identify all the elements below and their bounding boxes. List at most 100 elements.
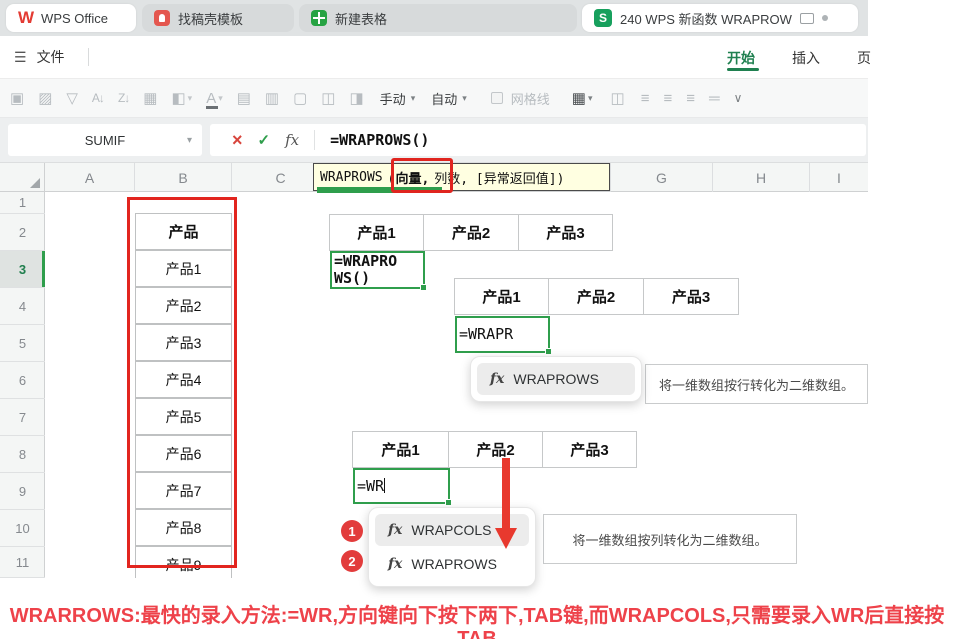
filter-icon[interactable]: ▽: [66, 91, 78, 106]
sort-asc-icon[interactable]: A↓: [92, 92, 104, 104]
merge-cells-icon[interactable]: ◫: [611, 91, 625, 106]
row-header-1[interactable]: 1: [0, 192, 45, 214]
row-header-7[interactable]: 7: [0, 399, 45, 436]
format-painter-icon[interactable]: ▨: [38, 91, 52, 106]
row-header-5[interactable]: 5: [0, 325, 45, 362]
shrink-text-icon[interactable]: ▢: [293, 91, 307, 106]
gridlines-checkbox[interactable]: [491, 92, 503, 104]
align-left-icon[interactable]: ≡: [641, 91, 650, 106]
example1-editing-cell[interactable]: =WRAPRO WS(): [330, 251, 425, 289]
red-box-annotation: [391, 158, 453, 193]
fx-icon: fx: [388, 556, 402, 572]
formula-input-area: × ✓ fx =WRAPROWS(): [210, 124, 866, 156]
name-box-caret-icon[interactable]: ▾: [187, 135, 192, 146]
distribute-icon[interactable]: ▥: [265, 91, 279, 106]
auto-calc-dropdown[interactable]: 自动 ▾: [431, 89, 467, 108]
formula-text-line2: WS(): [334, 270, 421, 287]
example3-header-cell: 产品1: [352, 431, 449, 468]
row-header-2[interactable]: 2: [0, 214, 45, 251]
paste-values-icon[interactable]: ▣: [10, 91, 24, 106]
example1-header-cell: 产品3: [518, 214, 613, 251]
step-badge-2: 2: [341, 550, 363, 572]
unsaved-dot-icon: [822, 15, 828, 21]
fill-color-icon[interactable]: ◧: [171, 91, 185, 106]
font-color-caret-icon[interactable]: ▾: [218, 93, 223, 104]
fill-handle[interactable]: [545, 348, 552, 355]
example2-editing-cell[interactable]: =WRAPR: [455, 316, 550, 353]
row-height-icon[interactable]: ▤: [237, 91, 251, 106]
col-header-a[interactable]: A: [45, 163, 135, 192]
hint-args-rest: 列数, [异常返回值]): [434, 168, 564, 187]
example2-header-cell: 产品1: [454, 278, 549, 315]
hint-function-name: WRAPROWS: [320, 170, 383, 185]
fill-color-caret-icon[interactable]: ▾: [188, 93, 193, 104]
tab-wps-office[interactable]: W WPS Office: [6, 4, 136, 32]
formula-text-line1: =WRAPRO: [334, 253, 421, 270]
row-header-3-selected[interactable]: 3: [0, 251, 45, 288]
gridlines-toggle[interactable]: 网格线: [491, 89, 550, 108]
example2-header-cell: 产品2: [548, 278, 644, 315]
merge-split-icon[interactable]: ◨: [349, 91, 363, 106]
tab-label: 240 WPS 新函数 WRAPROW: [620, 9, 792, 28]
align-right-icon[interactable]: ≡: [686, 91, 695, 106]
manual-caret-icon: ▾: [411, 93, 416, 104]
borders-caret-icon[interactable]: ▾: [588, 93, 593, 104]
text-cursor: [384, 478, 385, 493]
wps-spreadsheet-screenshot: W WPS Office 找稿壳模板 新建表格 S 240 WPS 新函数 WR…: [0, 0, 954, 639]
menu-home[interactable]: 开始: [727, 48, 755, 68]
fill-handle[interactable]: [420, 284, 427, 291]
menu-bar: ☰ 文件 开始 插入 页: [0, 36, 868, 78]
insert-function-button[interactable]: fx: [285, 131, 299, 149]
red-range-annotation: [127, 197, 237, 568]
manual-calc-dropdown[interactable]: 手动 ▾: [380, 89, 416, 108]
menu-page[interactable]: 页: [857, 48, 871, 68]
spreadsheet-icon: [311, 10, 327, 26]
suggestion-wraprows[interactable]: fx WRAPROWS: [477, 363, 635, 395]
menu-file[interactable]: 文件: [37, 47, 65, 67]
align-center-icon[interactable]: ≡: [663, 91, 672, 106]
tab-label: WPS Office: [41, 11, 108, 26]
red-arrow-annotation: [495, 458, 517, 550]
monitor-icon: [800, 13, 814, 24]
col-header-i[interactable]: I: [810, 163, 868, 192]
fx-icon: fx: [388, 522, 402, 538]
col-header-h[interactable]: H: [713, 163, 810, 192]
row-header-6[interactable]: 6: [0, 362, 45, 399]
row-header-4[interactable]: 4: [0, 288, 45, 325]
auto-caret-icon: ▾: [462, 93, 467, 104]
select-all-corner[interactable]: [0, 163, 45, 192]
tab-docer-templates[interactable]: 找稿壳模板: [142, 4, 294, 32]
font-color-icon[interactable]: A: [206, 91, 216, 106]
fill-handle[interactable]: [445, 499, 452, 506]
fx-icon: fx: [490, 371, 504, 387]
example3-header-cell: 产品3: [542, 431, 637, 468]
toolbar: ▣ ▨ ▽ A↓ Z↓ ▦ ◧ ▾ A ▾ ▤ ▥ ▢ ◫ ◨ 手动 ▾ 自动 …: [0, 78, 868, 118]
row-header-9[interactable]: 9: [0, 473, 45, 510]
row-header-10[interactable]: 10: [0, 510, 45, 547]
suggestion-wraprows-2[interactable]: fx WRAPROWS: [375, 548, 529, 580]
tab-new-sheet[interactable]: 新建表格: [299, 4, 577, 32]
cancel-entry-button[interactable]: ×: [232, 130, 243, 151]
borders-dropdown-icon[interactable]: ▦: [572, 91, 586, 106]
borders-icon[interactable]: ▦: [143, 91, 157, 106]
more-chevron-icon[interactable]: ∨: [734, 92, 743, 104]
wrap-text-icon[interactable]: ◫: [321, 91, 335, 106]
row-header-11[interactable]: 11: [0, 547, 45, 578]
col-header-b[interactable]: B: [135, 163, 232, 192]
border-style-icon[interactable]: ═: [709, 91, 720, 106]
name-box[interactable]: SUMIF ▾: [8, 124, 202, 156]
sort-desc-icon[interactable]: Z↓: [118, 92, 129, 104]
sheet-s-icon: S: [594, 9, 612, 27]
hamburger-icon[interactable]: ☰: [14, 49, 27, 66]
row-header-8[interactable]: 8: [0, 436, 45, 473]
formula-input[interactable]: =WRAPROWS(): [330, 131, 429, 149]
divider: [88, 48, 89, 66]
example3-editing-cell[interactable]: =WR: [353, 468, 450, 504]
col-header-g[interactable]: G: [610, 163, 713, 192]
confirm-entry-button[interactable]: ✓: [258, 131, 271, 149]
manual-label: 手动: [380, 89, 406, 108]
tab-active-document[interactable]: S 240 WPS 新函数 WRAPROW: [582, 4, 858, 32]
menu-insert[interactable]: 插入: [792, 48, 820, 68]
gridlines-label: 网格线: [511, 89, 550, 108]
auto-label: 自动: [431, 89, 457, 108]
